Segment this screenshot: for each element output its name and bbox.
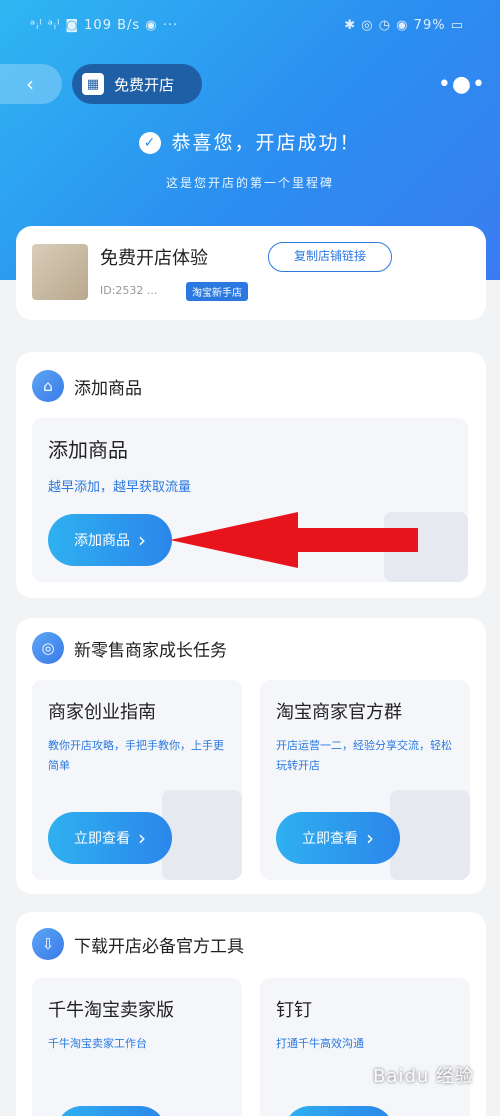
tool-section-header: ⇩ 下载开店必备官方工具 xyxy=(32,928,244,960)
copy-shop-link-button[interactable]: 复制店铺链接 xyxy=(268,242,392,272)
page-title-pill: ▦ 免费开店 xyxy=(72,64,202,104)
task-group-title: 淘宝商家官方群 xyxy=(276,702,402,723)
add-section-title: 添加商品 xyxy=(74,378,142,399)
task-group-subtitle: 开店运营一二，经验分享交流，轻松玩转开店 xyxy=(276,739,452,772)
chevron-right-icon: › xyxy=(366,826,374,850)
add-section-header: ⌂ 添加商品 xyxy=(32,370,142,402)
tool-qianniu-button[interactable] xyxy=(56,1106,166,1116)
more-dots-icon[interactable]: •●• xyxy=(438,72,486,97)
task-card-guide[interactable]: 商家创业指南 教你开店攻略，手把手教你，上手更简单 立即查看 › xyxy=(32,680,242,880)
shop-thumbnail xyxy=(32,244,88,300)
add-card-subtitle: 越早添加，越早获取流量 xyxy=(48,480,192,495)
status-bar: ᵃᵢˡ ᵃᵢˡ ◙ 109 B/s ◉ ··· ✱ ◎ ◷ ◉ 79% ▭ xyxy=(0,0,500,56)
red-arrow-annotation xyxy=(170,512,418,568)
task-section-header: ◎ 新零售商家成长任务 xyxy=(32,632,227,664)
baidu-watermark: Baidu 经验 xyxy=(373,1066,474,1087)
tool-qianniu-subtitle: 千牛淘宝卖家工作台 xyxy=(48,1037,147,1050)
tool-card-dingtalk[interactable]: 钉钉 打通千牛高效沟通 xyxy=(260,978,470,1116)
download-icon: ⇩ xyxy=(32,928,64,960)
congrats-message: ✓ 恭喜您，开店成功！ xyxy=(0,128,500,155)
chevron-right-icon: › xyxy=(138,826,146,850)
task-icon: ◎ xyxy=(32,632,64,664)
tool-dingtalk-button[interactable] xyxy=(284,1106,394,1116)
congrats-text: 恭喜您，开店成功！ xyxy=(171,132,361,154)
task-card-group[interactable]: 淘宝商家官方群 开店运营一二，经验分享交流，轻松玩转开店 立即查看 › xyxy=(260,680,470,880)
back-button[interactable]: ‹ xyxy=(0,64,62,104)
tool-dingtalk-title: 钉钉 xyxy=(276,1000,312,1021)
tool-section-title: 下载开店必备官方工具 xyxy=(74,936,244,957)
decorative-image xyxy=(162,790,242,880)
task-guide-subtitle: 教你开店攻略，手把手教你，上手更简单 xyxy=(48,739,224,772)
check-icon: ✓ xyxy=(139,132,162,154)
status-left: ᵃᵢˡ ᵃᵢˡ ◙ 109 B/s ◉ ··· xyxy=(30,18,179,33)
task-guide-button[interactable]: 立即查看 › xyxy=(48,812,172,864)
chevron-right-icon: › xyxy=(138,528,146,552)
shop-name: 免费开店体验 xyxy=(100,248,208,269)
shop-bag-icon: ⌂ xyxy=(32,370,64,402)
store-icon: ▦ xyxy=(82,73,104,95)
task-group-button[interactable]: 立即查看 › xyxy=(276,812,400,864)
tool-card-qianniu[interactable]: 千牛淘宝卖家版 千牛淘宝卖家工作台 xyxy=(32,978,242,1116)
tool-dingtalk-subtitle: 打通千牛高效沟通 xyxy=(276,1037,364,1050)
tool-qianniu-title: 千牛淘宝卖家版 xyxy=(48,1000,174,1021)
task-group-button-label: 立即查看 xyxy=(302,831,358,847)
task-guide-title: 商家创业指南 xyxy=(48,702,156,723)
status-right: ✱ ◎ ◷ ◉ 79% ▭ xyxy=(344,18,464,33)
shop-id: ID:2532 ... xyxy=(100,284,158,297)
task-guide-button-label: 立即查看 xyxy=(74,831,130,847)
task-section-title: 新零售商家成长任务 xyxy=(74,640,227,661)
shop-tag-badge: 淘宝新手店 xyxy=(186,282,248,301)
page-title: 免费开店 xyxy=(114,75,175,94)
add-card-title: 添加商品 xyxy=(48,438,128,462)
chevron-left-icon: ‹ xyxy=(26,72,34,96)
decorative-image xyxy=(390,790,470,880)
congrats-subtitle: 这是您开店的第一个里程碑 xyxy=(165,176,334,190)
shop-card: 免费开店体验 ID:2532 ... 淘宝新手店 复制店铺链接 xyxy=(16,226,486,320)
add-product-button-label: 添加商品 xyxy=(74,533,130,549)
growth-task-section: ◎ 新零售商家成长任务 商家创业指南 教你开店攻略，手把手教你，上手更简单 立即… xyxy=(16,618,486,894)
add-product-button[interactable]: 添加商品 › xyxy=(48,514,172,566)
